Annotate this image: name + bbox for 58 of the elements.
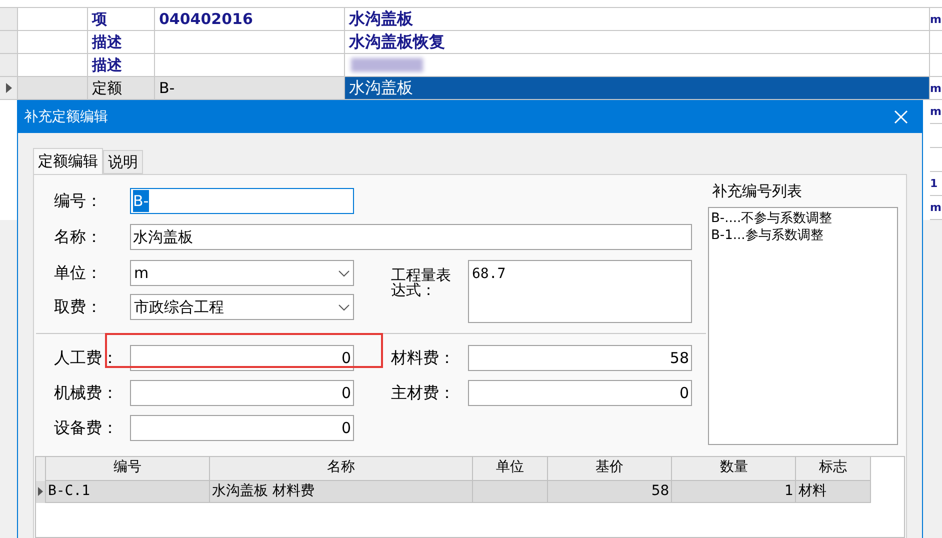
input-field[interactable]: 0 [130,380,354,406]
expression-field[interactable]: 68.7 [468,260,692,323]
field-label: 材料费： [391,347,456,369]
grid-row[interactable]: 项 040402016 水沟盖板 m [0,8,942,31]
table-cell-text: 水沟盖板 [349,77,413,99]
input-field[interactable]: 0 [468,380,692,406]
row-pointer-icon [38,487,43,496]
table-cell: 1 [930,178,938,189]
field-label: 单位： [54,262,103,284]
field-label: 名称： [54,226,103,248]
table-cell-text: B-C.1 [48,482,90,500]
field-label: 设备费： [54,417,119,439]
dropdown-field[interactable]: m [130,260,354,286]
table-cell-text: 定额 [92,78,122,99]
tab[interactable]: 定额编辑 [33,148,103,174]
table-cell-text: 材料 [798,482,826,500]
row-pointer-icon [6,83,12,93]
table-cell-text: 水沟盖板 [349,8,413,30]
grid-row[interactable]: 描述 水沟盖板恢复 [0,31,942,54]
table-cell-text: 58 [651,482,670,500]
table-cell-text: 描述 [92,32,122,53]
table-cell-text: B- [159,78,175,99]
input-field[interactable]: 水沟盖板 [130,224,692,250]
list-title: 补充编号列表 [712,181,803,202]
tab[interactable]: 说明 [103,150,143,174]
list-item[interactable]: B-1...参与系数调整 [711,226,895,244]
table-cell-text: 描述 [92,54,122,76]
table-cell-text: 040402016 [159,8,253,30]
blurred-text [351,58,423,72]
list-item[interactable]: B-....不参与系数调整 [711,210,895,226]
field-label: 编号： [54,190,103,212]
table-cell: m [930,202,942,213]
row-header[interactable] [0,77,18,99]
code-listbox[interactable]: B-....不参与系数调整 B-1...参与系数调整 [708,206,898,444]
table-cell-text: 水沟盖板恢复 [349,31,445,53]
chevron-down-icon [338,304,350,310]
grid-row[interactable]: 描述 [0,54,942,77]
table-cell: m [930,14,942,24]
table-row[interactable]: B-C.1 水沟盖板 材料费 58 1 材料 [36,480,871,502]
table-cell-text: 项 [92,8,107,30]
field-label: 机械费： [54,382,119,404]
chevron-down-icon [338,270,350,276]
dropdown-field[interactable]: 市政综合工程 [130,294,354,320]
close-icon [894,110,908,124]
field-label: 人工费： [54,347,119,369]
input-field[interactable]: B- [130,188,354,214]
table-cell-text: 水沟盖板 材料费 [212,482,314,500]
field-label: 取费： [54,296,103,318]
field-label: 工程量表达式： [391,268,452,301]
window-title: 补充定额编辑 [24,108,108,126]
grid-row[interactable]: 定额 B- 水沟盖板 m [0,77,942,100]
input-field[interactable]: 0 [130,345,354,371]
table-cell: m [930,106,942,117]
input-field[interactable]: 0 [130,415,354,441]
table-cell: m [930,82,942,94]
table-cell-text: 1 [784,482,794,500]
field-label: 主材费： [391,382,456,404]
input-field[interactable]: 58 [468,345,692,371]
